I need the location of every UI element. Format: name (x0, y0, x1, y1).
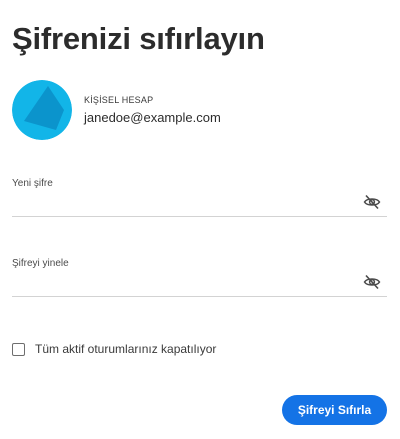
new-password-field: Yeni şifre (12, 178, 387, 223)
eye-slash-icon[interactable] (363, 193, 381, 211)
confirm-password-input[interactable] (12, 272, 357, 294)
account-email: janedoe@example.com (84, 110, 221, 125)
new-password-underline (12, 216, 387, 217)
account-summary: KİŞİSEL HESAP janedoe@example.com (12, 80, 372, 140)
avatar (12, 80, 72, 140)
confirm-password-label: Şifreyi yinele (12, 258, 69, 269)
new-password-label: Yeni şifre (12, 178, 53, 189)
confirm-password-underline (12, 296, 387, 297)
eye-slash-icon[interactable] (363, 273, 381, 291)
close-sessions-option: Tüm aktif oturumlarınız kapatılıyor (12, 341, 372, 357)
close-sessions-checkbox[interactable] (12, 343, 25, 356)
reset-password-button[interactable]: Şifreyi Sıfırla (282, 395, 387, 425)
new-password-input[interactable] (12, 192, 357, 214)
reset-password-page: Şifrenizi sıfırlayın KİŞİSEL HESAP janed… (0, 0, 400, 439)
page-title: Şifrenizi sıfırlayın (12, 21, 265, 56)
account-type-label: KİŞİSEL HESAP (84, 95, 154, 105)
confirm-password-field: Şifreyi yinele (12, 258, 387, 303)
close-sessions-label[interactable]: Tüm aktif oturumlarınız kapatılıyor (35, 342, 216, 356)
